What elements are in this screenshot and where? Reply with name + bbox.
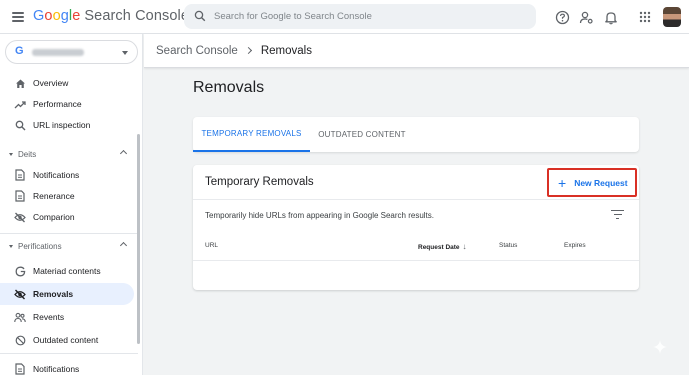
property-name-redacted bbox=[32, 49, 84, 56]
column-header-url: URL bbox=[205, 242, 219, 249]
home-icon bbox=[14, 77, 26, 89]
sidebar-item-label: Outdated content bbox=[33, 335, 99, 345]
sidebar-item-label: Notifications bbox=[33, 170, 80, 180]
sidebar-item-revents[interactable]: Revents bbox=[0, 306, 134, 328]
temporary-removals-card: Temporary Removals + New Request Tempora… bbox=[193, 165, 639, 290]
sparkle-icon bbox=[653, 340, 667, 354]
page-title: Removals bbox=[193, 79, 265, 96]
filter-icon[interactable] bbox=[611, 209, 625, 221]
sidebar: G Overview Performance URL inspection De… bbox=[0, 34, 143, 375]
breadcrumb-current: Removals bbox=[260, 44, 312, 57]
search-icon bbox=[194, 10, 206, 22]
tab-temporary-removals[interactable]: TEMPORARY REMOVALS bbox=[193, 117, 310, 152]
card-divider bbox=[193, 199, 639, 200]
sidebar-item-outdated-content[interactable]: Outdated content bbox=[0, 329, 134, 351]
app-logo[interactable]: Google Search Console bbox=[33, 8, 189, 24]
sidebar-divider bbox=[0, 233, 138, 234]
logo-letter: G bbox=[33, 8, 45, 24]
user-avatar[interactable] bbox=[663, 7, 681, 27]
section-label: Perifications bbox=[18, 241, 62, 251]
google-g-icon: G bbox=[15, 45, 24, 57]
people-icon bbox=[14, 311, 26, 323]
sidebar-item-materiad-contents[interactable]: Materiad contents bbox=[0, 260, 134, 282]
column-header-status: Status bbox=[499, 242, 518, 249]
sidebar-item-label: URL inspection bbox=[33, 120, 91, 130]
column-header-label: Request Date bbox=[418, 244, 460, 251]
g-logo-icon bbox=[14, 265, 26, 277]
section-header-deits[interactable]: Deits bbox=[0, 145, 138, 163]
logo-letter: e bbox=[72, 8, 81, 24]
sidebar-item-label: Overview bbox=[33, 78, 69, 88]
sidebar-scrollbar[interactable] bbox=[137, 134, 140, 344]
sidebar-item-renerance[interactable]: Renerance bbox=[0, 185, 134, 207]
sidebar-item-label: Revents bbox=[33, 312, 65, 322]
document-icon bbox=[14, 190, 26, 202]
breadcrumb: Search Console Removals bbox=[144, 34, 689, 68]
tab-bar: TEMPORARY REMOVALS OUTDATED CONTENT bbox=[193, 117, 639, 152]
hamburger-menu-icon[interactable] bbox=[10, 9, 26, 25]
breadcrumb-root-link[interactable]: Search Console bbox=[156, 45, 238, 57]
logo-letter: o bbox=[44, 8, 53, 24]
chevron-up-icon bbox=[119, 241, 128, 250]
search-bar[interactable] bbox=[184, 4, 536, 29]
section-header-perifications[interactable]: Perifications bbox=[0, 237, 138, 255]
card-title: Temporary Removals bbox=[205, 176, 314, 188]
trending-up-icon bbox=[14, 98, 26, 110]
new-request-button[interactable]: + New Request bbox=[547, 168, 637, 197]
search-icon bbox=[14, 119, 26, 131]
document-icon bbox=[14, 363, 26, 375]
sidebar-item-url-inspection[interactable]: URL inspection bbox=[0, 114, 134, 136]
sidebar-divider bbox=[0, 353, 138, 354]
collapse-triangle-icon bbox=[9, 152, 13, 156]
chevron-up-icon bbox=[119, 149, 128, 158]
sidebar-item-label: Removals bbox=[33, 289, 74, 299]
sidebar-item-label: Renerance bbox=[33, 191, 75, 201]
new-request-label: New Request bbox=[574, 177, 628, 188]
sidebar-item-label: Comparion bbox=[33, 212, 75, 222]
document-icon bbox=[14, 169, 26, 181]
top-app-bar: Google Search Console bbox=[0, 0, 689, 34]
logo-letter: o bbox=[52, 8, 61, 24]
sort-arrow-down-icon: ↓ bbox=[462, 242, 467, 251]
plus-icon: + bbox=[558, 174, 567, 191]
sidebar-item-label: Notifications bbox=[33, 364, 80, 374]
sidebar-item-notifications[interactable]: Notifications bbox=[0, 358, 134, 375]
help-icon[interactable] bbox=[553, 8, 571, 26]
sidebar-item-removals[interactable]: Removals bbox=[0, 283, 134, 305]
property-selector[interactable]: G bbox=[5, 40, 138, 64]
card-description: Temporarily hide URLs from appearing in … bbox=[205, 211, 434, 220]
sidebar-item-comparion[interactable]: Comparion bbox=[0, 206, 134, 228]
tab-outdated-content[interactable]: OUTDATED CONTENT bbox=[310, 117, 414, 152]
search-input[interactable] bbox=[214, 4, 524, 29]
eye-off-icon bbox=[14, 211, 26, 223]
sidebar-item-performance[interactable]: Performance bbox=[0, 93, 134, 115]
table-divider bbox=[193, 260, 639, 261]
blocked-icon bbox=[14, 334, 26, 346]
logo-letter: g bbox=[60, 8, 69, 24]
dropdown-caret-icon bbox=[122, 51, 128, 55]
collapse-triangle-icon bbox=[9, 244, 13, 248]
notifications-bell-icon[interactable] bbox=[602, 8, 620, 26]
chevron-right-icon bbox=[244, 46, 252, 55]
column-header-request-date[interactable]: Request Date ↓ bbox=[418, 242, 467, 251]
apps-grid-icon[interactable] bbox=[636, 8, 654, 26]
product-name: Search Console bbox=[84, 8, 189, 24]
manage-accounts-icon[interactable] bbox=[577, 8, 595, 26]
sidebar-item-label: Performance bbox=[33, 99, 82, 109]
eye-off-icon bbox=[14, 288, 26, 300]
sidebar-item-label: Materiad contents bbox=[33, 266, 101, 276]
column-header-expires: Expires bbox=[564, 242, 586, 249]
sidebar-item-notifications[interactable]: Notifications bbox=[0, 164, 134, 186]
sidebar-item-overview[interactable]: Overview bbox=[0, 72, 134, 94]
section-label: Deits bbox=[18, 149, 37, 159]
